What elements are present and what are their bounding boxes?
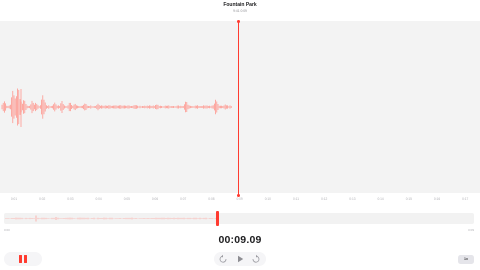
pause-button[interactable] bbox=[19, 255, 27, 263]
waveform-editor[interactable] bbox=[0, 21, 480, 193]
time-ruler-tick: 0:04 bbox=[95, 197, 102, 201]
playback-speed-button[interactable]: 1x bbox=[458, 255, 474, 264]
time-ruler-tick: 0:12 bbox=[321, 197, 328, 201]
skip-back-icon[interactable] bbox=[218, 254, 228, 264]
time-ruler-tick: 0:13 bbox=[349, 197, 356, 201]
playhead-bottom-handle[interactable] bbox=[236, 193, 240, 197]
pause-button-container bbox=[4, 252, 42, 266]
recording-subtitle: 9:41 0:09 bbox=[233, 8, 247, 13]
overview-end-time: 0:09 bbox=[468, 228, 474, 232]
pause-icon-bar bbox=[23, 255, 27, 263]
time-ruler-tick: 0:08 bbox=[208, 197, 215, 201]
transport-controls bbox=[214, 252, 266, 266]
pause-icon bbox=[19, 255, 22, 263]
time-ruler-tick: 0:14 bbox=[377, 197, 384, 201]
time-ruler-tick: 0:17 bbox=[462, 197, 469, 201]
time-ruler-tick: 0:10 bbox=[264, 197, 271, 201]
time-ruler-tick: 0:07 bbox=[180, 197, 187, 201]
playhead[interactable] bbox=[238, 21, 239, 195]
time-ruler-tick: 0:02 bbox=[39, 197, 46, 201]
overview-start-time: 0:00 bbox=[4, 228, 10, 232]
overview-position-handle[interactable] bbox=[216, 211, 219, 226]
recording-header: Fountain Park 9:41 0:09 bbox=[0, 0, 480, 20]
time-ruler-tick: 0:03 bbox=[67, 197, 74, 201]
play-icon[interactable] bbox=[235, 254, 245, 264]
recording-title[interactable]: Fountain Park bbox=[0, 2, 480, 8]
time-ruler-tick: 0:05 bbox=[123, 197, 130, 201]
time-ruler: 0:01 0:02 0:03 0:04 0:05 0:06 0:07 0:08 0:09 0:10… bbox=[0, 193, 480, 207]
overview-scrubber[interactable] bbox=[4, 213, 474, 224]
time-ruler-tick: 0:15 bbox=[405, 197, 412, 201]
waveform bbox=[1, 88, 232, 127]
time-ruler-tick: 0:11 bbox=[293, 197, 299, 201]
time-ruler-tick: 0:01 bbox=[10, 197, 18, 201]
playhead-top-handle[interactable] bbox=[236, 19, 240, 23]
time-ruler-tick: 0:16 bbox=[433, 197, 441, 201]
overview-waveform bbox=[5, 215, 217, 222]
time-ruler-tick: 0:06 bbox=[151, 197, 159, 201]
elapsed-time: 00:09.09 bbox=[218, 234, 262, 246]
time-ruler-tick: 0:09 bbox=[236, 197, 243, 201]
skip-forward-icon[interactable] bbox=[251, 254, 261, 264]
